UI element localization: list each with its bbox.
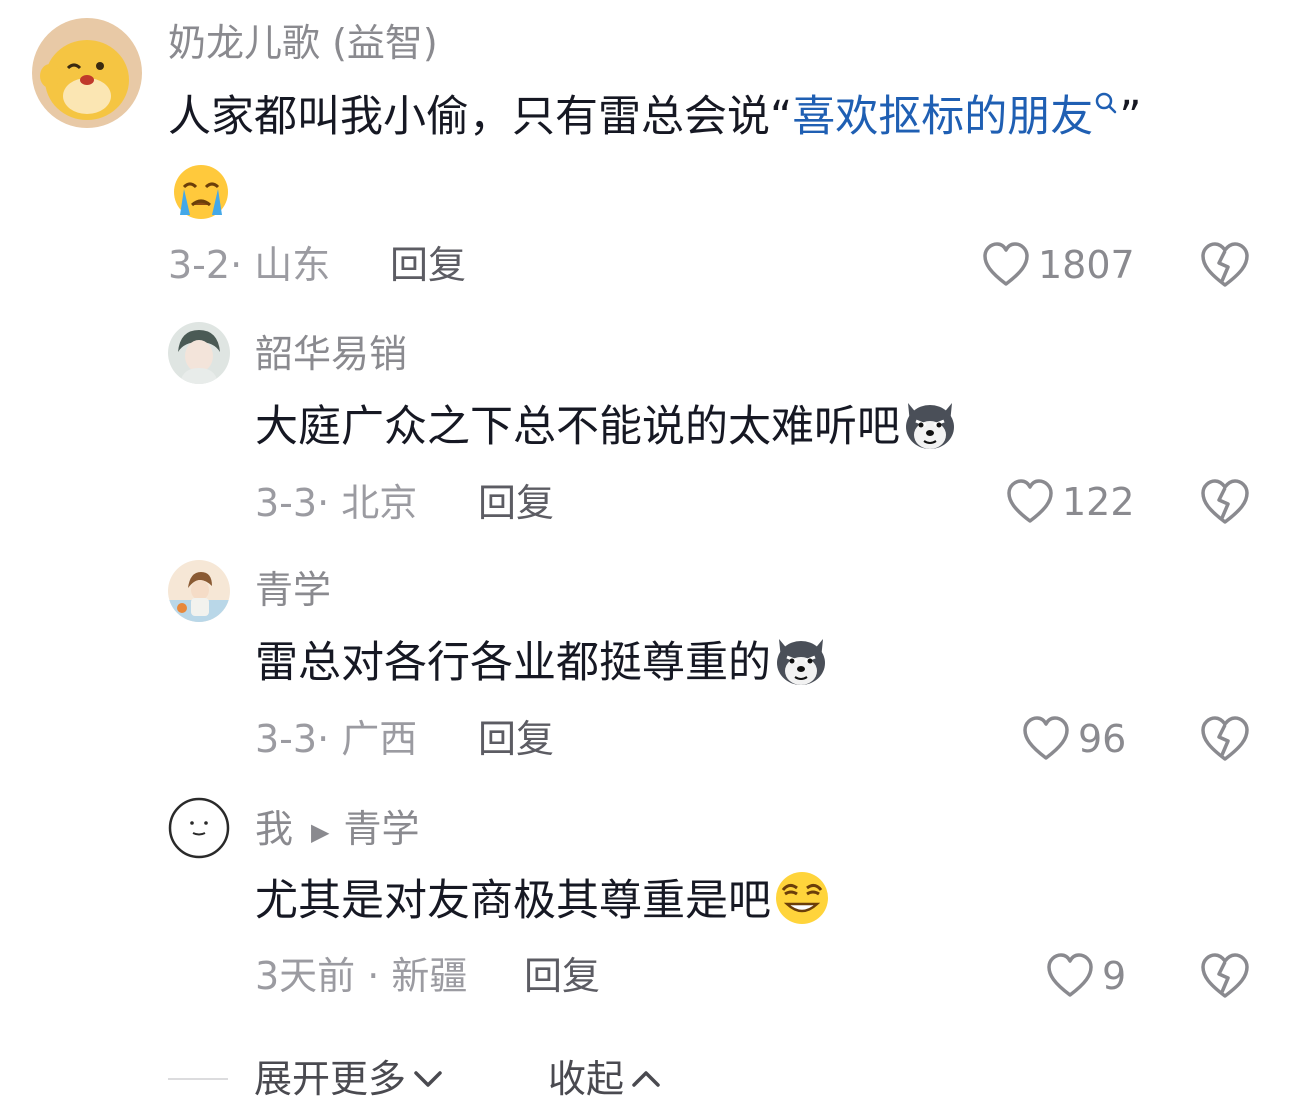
heart-icon — [1007, 479, 1053, 523]
like-count: 122 — [1062, 480, 1135, 524]
expand-more-label: 展开更多 — [254, 1057, 407, 1101]
username[interactable]: 奶龙儿歌 (益智) — [168, 24, 438, 62]
username: 我 ▶ 青学 — [255, 810, 420, 848]
username[interactable]: 韶华易销 — [255, 335, 407, 373]
avatar[interactable] — [32, 18, 142, 128]
comment-date: 3-3· 广西 — [255, 717, 418, 761]
avatar[interactable] — [168, 797, 230, 859]
comment-text: 人家都叫我小偷，只有雷总会说“喜欢抠标的朋友 ” — [168, 92, 1142, 139]
husky-emoji — [777, 638, 825, 685]
reply-button[interactable]: 回复 — [478, 720, 554, 758]
chevron-down-icon — [414, 1071, 442, 1087]
collapse-label: 收起 — [548, 1057, 625, 1101]
search-link[interactable]: 喜欢抠标的朋友 — [792, 92, 1093, 142]
reply-button[interactable]: 回复 — [478, 484, 554, 522]
heart-icon — [983, 242, 1029, 286]
comment-date: 3-2· 山东 — [168, 243, 331, 287]
comment-text: 大庭广众之下总不能说的太难听吧 — [255, 402, 960, 453]
like-count: 9 — [1102, 954, 1127, 998]
comment-text-content: 尤其是对友商极其尊重是吧 — [255, 876, 771, 926]
reply-button[interactable]: 回复 — [390, 246, 466, 284]
comment-text-before: 人家都叫我小偷，只有雷总会说“ — [168, 92, 793, 142]
dislike-icon[interactable] — [1200, 241, 1250, 289]
comment-date: 3-3· 北京 — [255, 481, 418, 525]
like-button[interactable]: 1807 — [982, 242, 1135, 288]
heart-icon — [1047, 953, 1093, 997]
avatar[interactable] — [168, 560, 230, 622]
collapse-button[interactable]: 收起 — [548, 1060, 664, 1098]
divider — [168, 1078, 228, 1080]
like-button[interactable]: 96 — [1022, 716, 1126, 762]
smirk-emoji — [776, 871, 828, 924]
avatar[interactable] — [168, 322, 230, 384]
username[interactable]: 青学 — [255, 571, 331, 609]
reply-arrow-icon: ▶ — [311, 817, 330, 846]
comment-text: 尤其是对友商极其尊重是吧 — [255, 871, 833, 926]
comment-text-content: 雷总对各行各业都挺尊重的 — [255, 638, 771, 688]
reply-to-username[interactable]: 青学 — [343, 807, 419, 851]
like-count: 1807 — [1038, 243, 1135, 287]
comment-text-content: 大庭广众之下总不能说的太难听吧 — [255, 402, 900, 452]
like-button[interactable]: 122 — [1006, 479, 1135, 525]
chevron-up-icon — [632, 1071, 660, 1087]
dislike-icon[interactable] — [1200, 952, 1250, 1000]
comment-text-after: ” — [1119, 92, 1142, 142]
husky-emoji — [906, 402, 954, 449]
like-button[interactable]: 9 — [1046, 953, 1126, 999]
expand-more-button[interactable]: 展开更多 — [254, 1060, 446, 1098]
comment-date: 3天前 · 新疆 — [255, 954, 468, 998]
search-icon[interactable] — [1093, 90, 1119, 116]
dislike-icon[interactable] — [1200, 715, 1250, 763]
comment-text: 雷总对各行各业都挺尊重的 — [255, 638, 831, 689]
dislike-icon[interactable] — [1200, 478, 1250, 526]
username-self[interactable]: 我 — [255, 807, 293, 851]
crying-emoji — [174, 165, 228, 219]
heart-icon — [1023, 716, 1069, 760]
like-count: 96 — [1078, 717, 1127, 761]
reply-button[interactable]: 回复 — [524, 957, 600, 995]
